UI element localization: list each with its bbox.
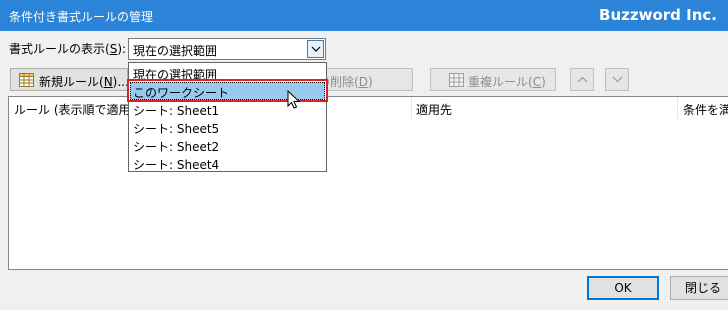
new-rule-label: 新規ルール(N)... xyxy=(39,75,129,89)
scope-select-value: 現在の選択範囲 xyxy=(133,44,218,58)
new-rule-button[interactable]: 新規ルール(N)... xyxy=(10,68,129,91)
duplicate-rule-icon xyxy=(449,73,464,90)
rules-list[interactable]: ルール (表示順で適用) 適用先 条件を満 xyxy=(8,96,728,270)
title-bar: 条件付き書式ルールの管理 Buzzword Inc. xyxy=(0,0,728,31)
move-down-button[interactable] xyxy=(605,68,629,91)
column-divider xyxy=(677,97,678,119)
column-header-stop-if-true[interactable]: 条件を満 xyxy=(683,101,728,118)
duplicate-rule-button[interactable]: 重複ルール(C) xyxy=(430,68,556,91)
window-title: 条件付き書式ルールの管理 xyxy=(9,10,154,24)
column-header-applies-to[interactable]: 適用先 xyxy=(416,101,452,118)
move-up-button[interactable] xyxy=(570,68,594,91)
column-header-rule[interactable]: ルール (表示順で適用) xyxy=(14,101,135,118)
duplicate-rule-label: 重複ルール(C) xyxy=(468,75,546,89)
scope-option-sheet2[interactable]: シート: Sheet2 xyxy=(130,136,325,154)
chevron-down-icon[interactable] xyxy=(307,40,324,58)
new-rule-icon xyxy=(19,73,34,90)
column-divider xyxy=(411,97,412,119)
mouse-pointer-icon xyxy=(287,90,301,109)
scope-label: 書式ルールの表示(S): xyxy=(9,42,127,56)
scope-select[interactable]: 現在の選択範囲 xyxy=(128,38,326,60)
scope-option-sheet4[interactable]: シート: Sheet4 xyxy=(130,154,325,172)
ok-button[interactable]: OK xyxy=(587,276,659,300)
chevron-up-icon xyxy=(577,76,588,83)
close-button[interactable]: 閉じる xyxy=(670,276,728,300)
scope-option-sheet5[interactable]: シート: Sheet5 xyxy=(130,118,325,136)
chevron-down-icon xyxy=(612,76,623,83)
brand-watermark: Buzzword Inc. xyxy=(599,6,717,24)
